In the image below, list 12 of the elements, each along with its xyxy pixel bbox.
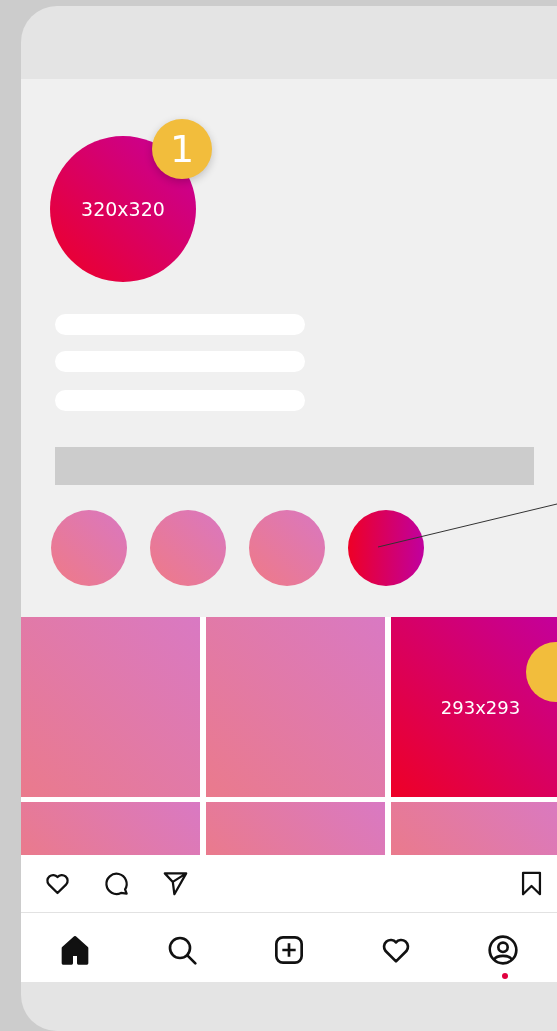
notification-dot [501,973,508,979]
post-tile[interactable]: 293x293 [391,617,557,797]
post-tile[interactable] [21,617,200,797]
send-icon[interactable] [162,870,189,897]
post-tile[interactable] [206,617,385,797]
number-badge: 1 [152,119,212,179]
post-tile[interactable] [391,802,557,855]
picture-size-label: 320x320 [81,198,165,220]
post-tile[interactable] [206,802,385,855]
tile-size-label: 293x293 [440,696,521,718]
comment-icon[interactable] [103,870,130,897]
post-tile[interactable] [21,802,200,855]
